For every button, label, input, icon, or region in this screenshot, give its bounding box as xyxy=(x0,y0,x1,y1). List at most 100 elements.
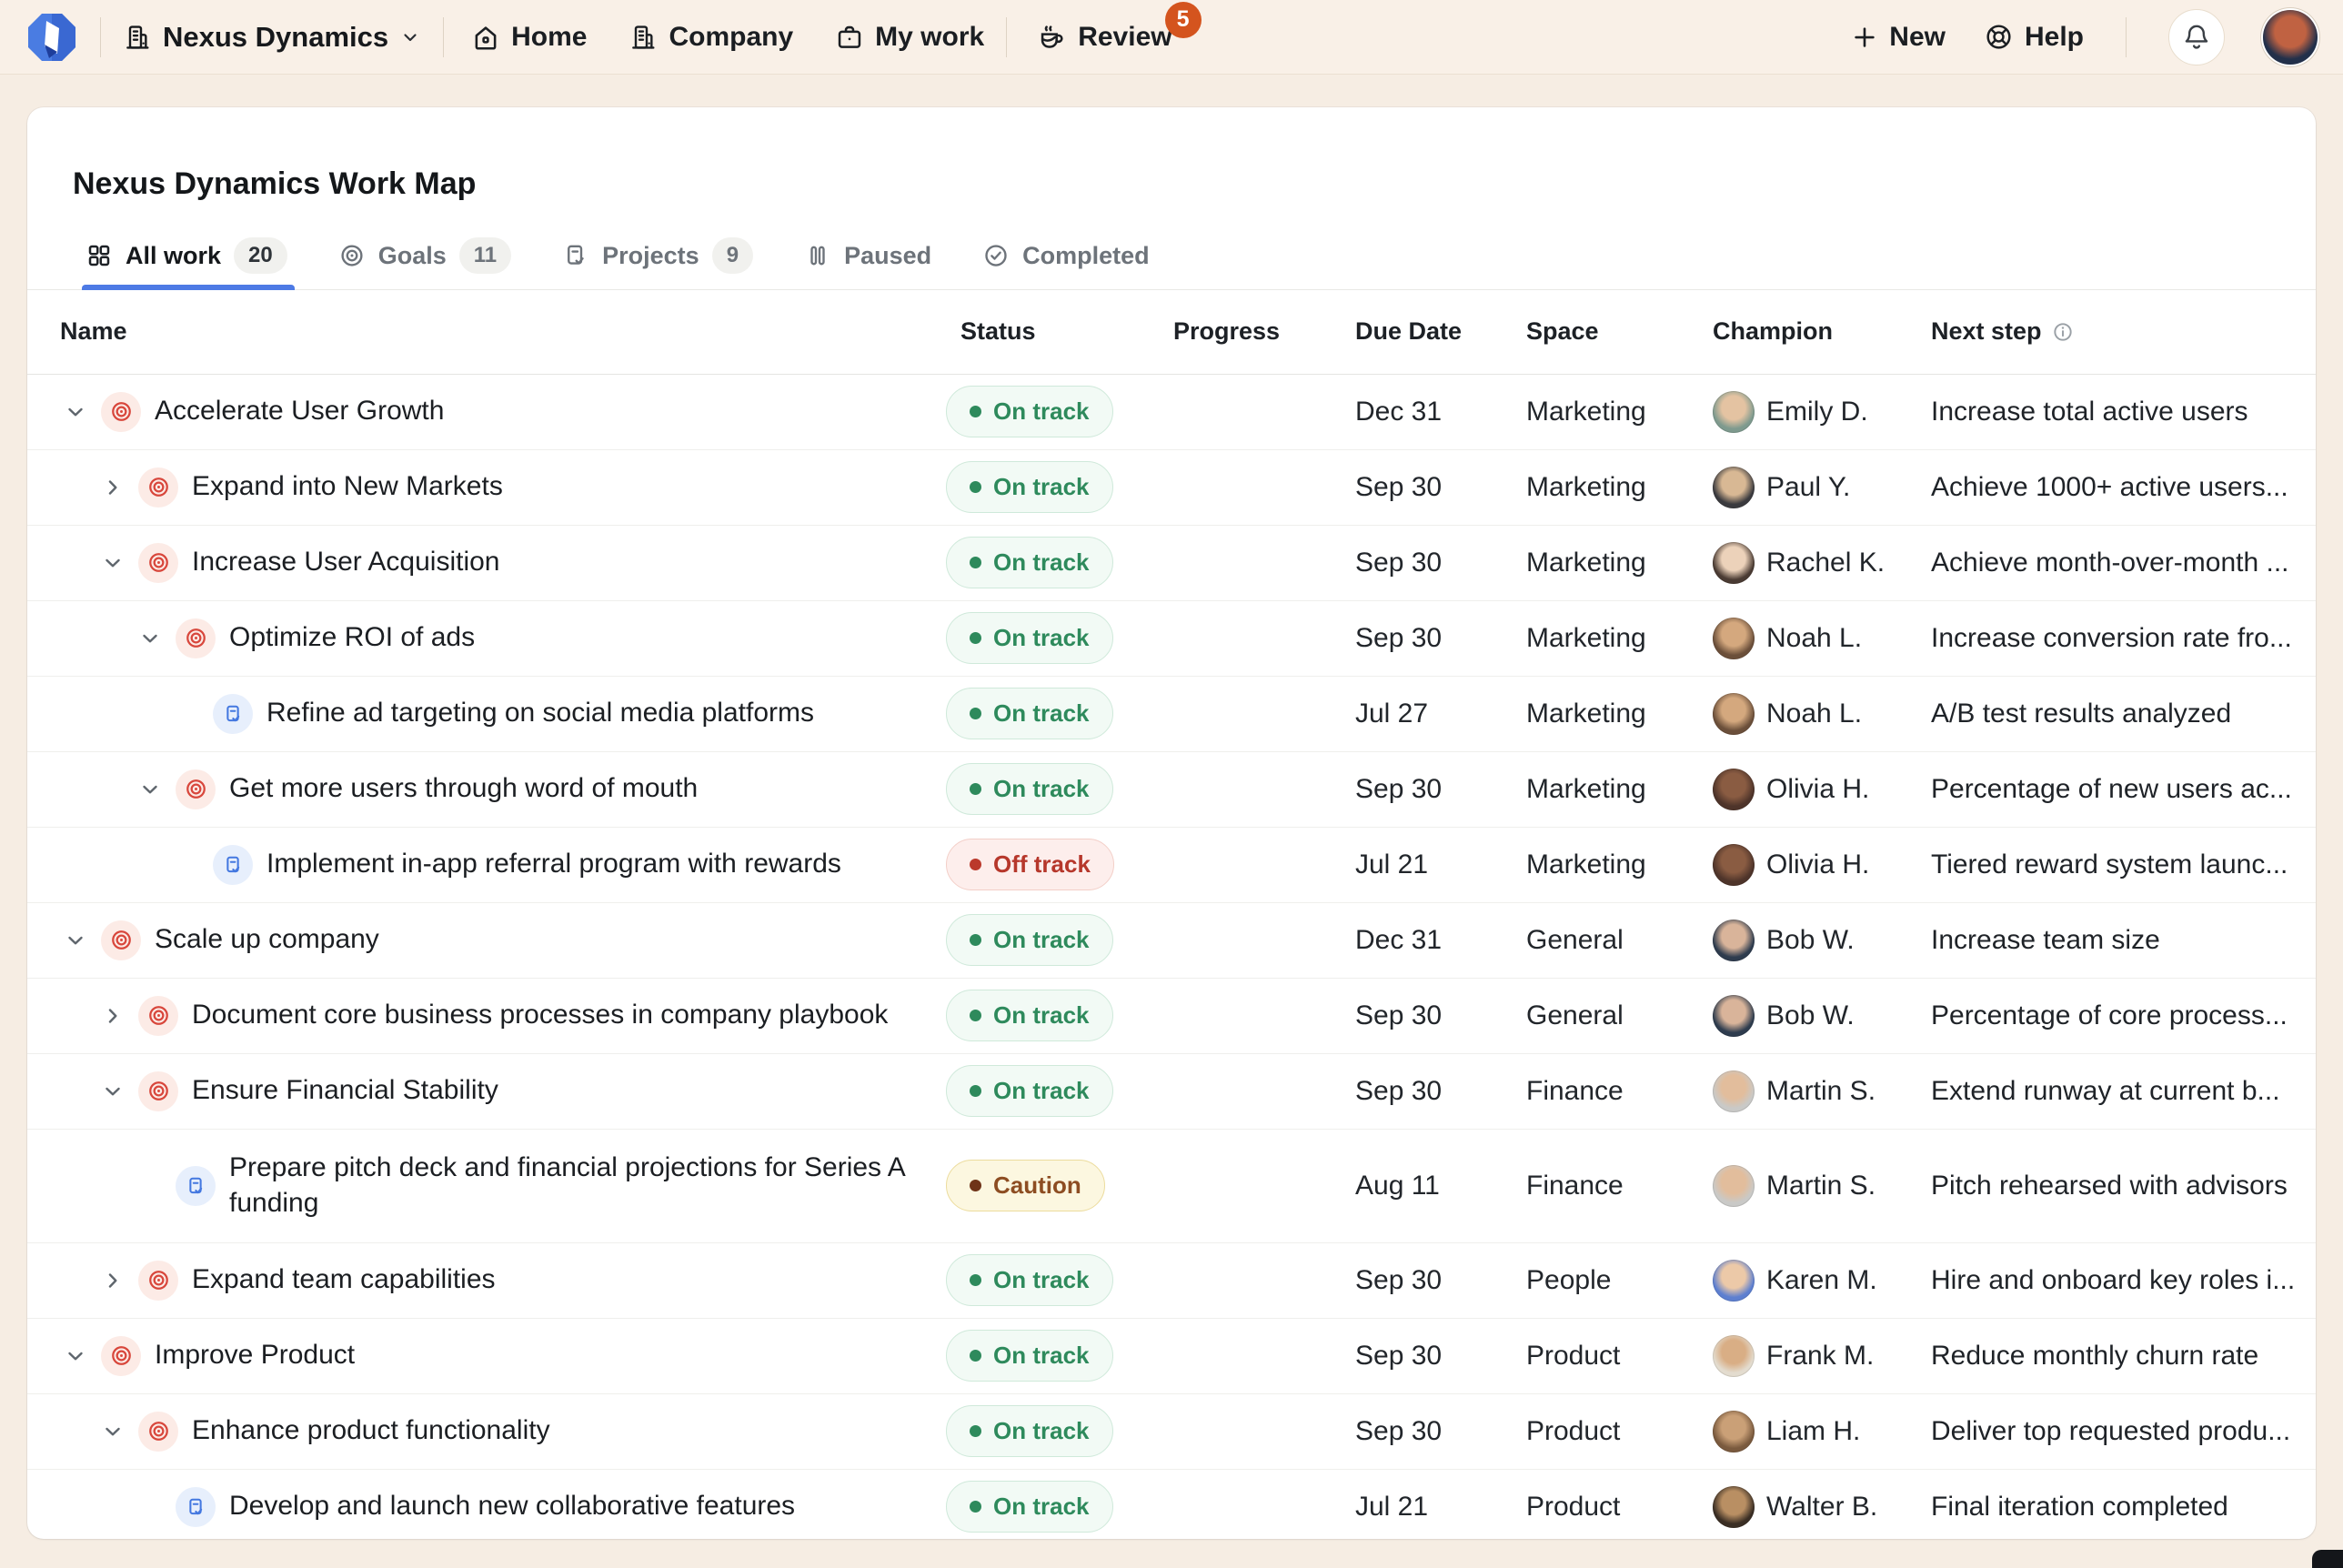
corner-widget[interactable] xyxy=(2312,1550,2343,1568)
status-badge[interactable]: On track xyxy=(946,1065,1113,1117)
notifications-button[interactable] xyxy=(2168,9,2225,65)
nav-my-work[interactable]: My work xyxy=(835,22,984,53)
item-name[interactable]: Ensure Financial Stability xyxy=(192,1073,498,1108)
status-badge[interactable]: On track xyxy=(946,914,1113,966)
next-step: Achieve 1000+ active users... xyxy=(1931,472,2316,503)
item-name[interactable]: Scale up company xyxy=(155,922,379,957)
table-row[interactable]: Document core business processes in comp… xyxy=(27,979,2316,1054)
status-badge[interactable]: On track xyxy=(946,461,1113,513)
table-row[interactable]: Improve Product On track Sep 30 Product … xyxy=(27,1319,2316,1394)
tab-projects[interactable]: Projects 9 xyxy=(562,223,753,289)
chevron-down-icon xyxy=(101,1080,125,1103)
item-name[interactable]: Document core business processes in comp… xyxy=(192,998,888,1032)
logo-icon xyxy=(26,12,77,63)
status-dot-icon xyxy=(970,632,981,644)
status-badge[interactable]: On track xyxy=(946,612,1113,664)
champion-cell: Bob W. xyxy=(1713,920,1931,961)
nav-divider xyxy=(1006,17,1007,57)
status-badge[interactable]: On track xyxy=(946,386,1113,437)
expand-toggle[interactable] xyxy=(64,929,87,952)
chevron-down-icon xyxy=(64,1344,87,1368)
item-name[interactable]: Improve Product xyxy=(155,1338,355,1372)
help-button[interactable]: Help xyxy=(1984,22,2084,53)
table-row[interactable]: Develop and launch new collaborative fea… xyxy=(27,1470,2316,1539)
status-badge[interactable]: On track xyxy=(946,537,1113,588)
table-row[interactable]: Get more users through word of mouth On … xyxy=(27,752,2316,828)
expand-toggle[interactable] xyxy=(101,476,125,499)
table-row[interactable]: Expand into New Markets On track Sep 30 … xyxy=(27,450,2316,526)
target-icon xyxy=(338,242,366,269)
tab-goals[interactable]: Goals 11 xyxy=(338,223,511,289)
chevron-down-icon xyxy=(64,929,87,952)
user-avatar[interactable] xyxy=(2263,10,2318,65)
tab-paused[interactable]: Paused xyxy=(804,223,931,289)
expand-toggle[interactable] xyxy=(101,1004,125,1028)
due-date: Aug 11 xyxy=(1355,1171,1526,1201)
table-row[interactable]: Implement in-app referral program with r… xyxy=(27,828,2316,903)
expand-toggle[interactable] xyxy=(101,1080,125,1103)
expand-toggle[interactable] xyxy=(101,1269,125,1292)
new-button[interactable]: New xyxy=(1851,22,1946,53)
item-name[interactable]: Enhance product functionality xyxy=(192,1413,550,1448)
status-badge[interactable]: On track xyxy=(946,1481,1113,1533)
status-badge[interactable]: On track xyxy=(946,1405,1113,1457)
item-name[interactable]: Expand into New Markets xyxy=(192,469,503,504)
table-row[interactable]: Optimize ROI of ads On track Sep 30 Mark… xyxy=(27,601,2316,677)
nav-home[interactable]: Home xyxy=(471,22,587,53)
table-row[interactable]: Prepare pitch deck and financial project… xyxy=(27,1130,2316,1243)
item-name[interactable]: Expand team capabilities xyxy=(192,1262,496,1297)
champion-cell: Paul Y. xyxy=(1713,467,1931,508)
status-cell: On track xyxy=(946,612,1173,664)
champion-avatar xyxy=(1713,1335,1755,1377)
champion-name: Bob W. xyxy=(1766,925,1855,956)
nav-company[interactable]: Company xyxy=(628,22,793,53)
table-row[interactable]: Scale up company On track Dec 31 General… xyxy=(27,903,2316,979)
info-icon[interactable] xyxy=(2051,320,2075,344)
item-name[interactable]: Implement in-app referral program with r… xyxy=(266,847,841,881)
tab-all-work[interactable]: All work 20 xyxy=(85,223,287,289)
status-badge[interactable]: On track xyxy=(946,990,1113,1041)
app-logo[interactable] xyxy=(25,11,78,64)
expand-toggle[interactable] xyxy=(138,627,162,650)
table-row[interactable]: Increase User Acquisition On track Sep 3… xyxy=(27,526,2316,601)
company-switcher[interactable]: Nexus Dynamics xyxy=(123,21,421,54)
expand-toggle[interactable] xyxy=(101,551,125,575)
table-row[interactable]: Expand team capabilities On track Sep 30… xyxy=(27,1243,2316,1319)
item-name[interactable]: Refine ad targeting on social media plat… xyxy=(266,696,814,730)
nav-review-label: Review xyxy=(1078,22,1172,53)
status-badge[interactable]: Off track xyxy=(946,839,1114,890)
expand-toggle[interactable] xyxy=(101,1420,125,1443)
item-name[interactable]: Develop and launch new collaborative fea… xyxy=(229,1489,795,1523)
status-cell: On track xyxy=(946,386,1173,437)
item-name[interactable]: Increase User Acquisition xyxy=(192,545,500,579)
table-header: Name Status Progress Due Date Space Cham… xyxy=(27,290,2316,375)
nav-company-label: Company xyxy=(669,22,793,53)
item-name[interactable]: Prepare pitch deck and financial project… xyxy=(229,1151,922,1221)
status-badge[interactable]: On track xyxy=(946,688,1113,739)
item-name[interactable]: Accelerate User Growth xyxy=(155,394,444,428)
space-label: Marketing xyxy=(1526,849,1713,880)
expand-toggle[interactable] xyxy=(64,400,87,424)
status-badge[interactable]: On track xyxy=(946,763,1113,815)
status-badge[interactable]: Caution xyxy=(946,1160,1105,1211)
table-row[interactable]: Ensure Financial Stability On track Sep … xyxy=(27,1054,2316,1130)
grid-icon xyxy=(85,242,113,269)
table-row[interactable]: Accelerate User Growth On track Dec 31 M… xyxy=(27,375,2316,450)
table-row[interactable]: Refine ad targeting on social media plat… xyxy=(27,677,2316,752)
goal-icon xyxy=(176,618,216,658)
tab-completed[interactable]: Completed xyxy=(982,223,1150,289)
chevron-down-icon xyxy=(64,400,87,424)
item-name[interactable]: Get more users through word of mouth xyxy=(229,771,698,806)
status-badge[interactable]: On track xyxy=(946,1330,1113,1382)
check-circle-icon xyxy=(982,242,1010,269)
expand-toggle[interactable] xyxy=(138,778,162,801)
due-date: Sep 30 xyxy=(1355,548,1526,578)
nav-review[interactable]: Review 5 xyxy=(1036,22,1172,53)
expand-toggle[interactable] xyxy=(64,1344,87,1368)
item-name[interactable]: Optimize ROI of ads xyxy=(229,620,475,655)
table-row[interactable]: Enhance product functionality On track S… xyxy=(27,1394,2316,1470)
status-badge[interactable]: On track xyxy=(946,1254,1113,1306)
champion-avatar xyxy=(1713,693,1755,735)
status-dot-icon xyxy=(970,934,981,946)
briefcase-icon xyxy=(835,23,864,52)
